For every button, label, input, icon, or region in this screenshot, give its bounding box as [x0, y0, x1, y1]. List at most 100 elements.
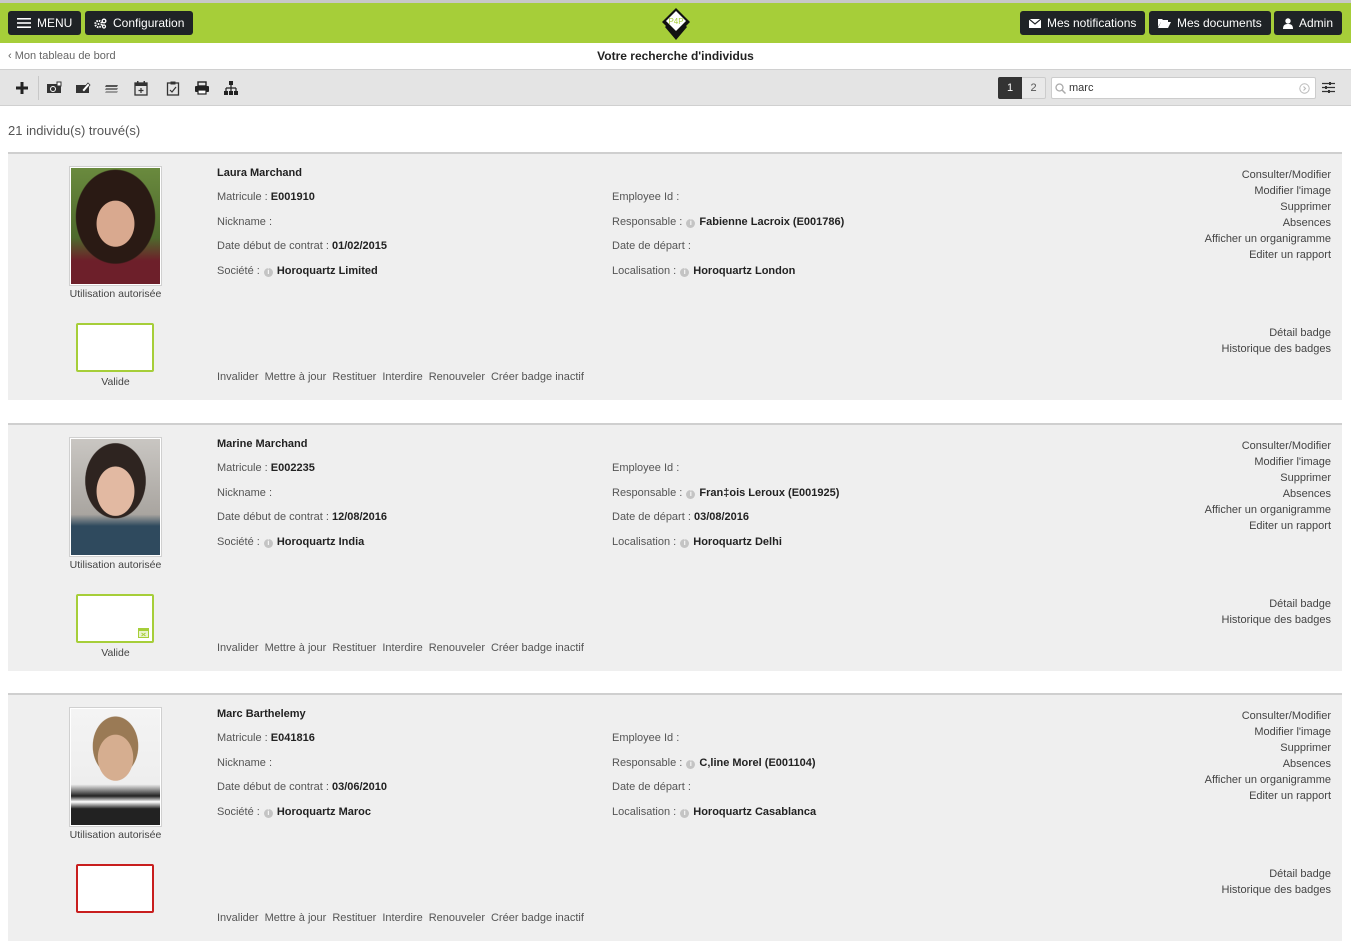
action-link-3[interactable]: Absences — [1205, 486, 1331, 502]
info-icon[interactable]: i — [686, 219, 696, 228]
badge-card[interactable] — [76, 594, 154, 643]
badge-link-3[interactable]: Interdire — [382, 912, 422, 924]
org-chart-icon[interactable] — [223, 80, 239, 96]
info-icon[interactable]: i — [263, 268, 273, 277]
action-link-0[interactable]: Consulter/Modifier — [1205, 708, 1331, 724]
matricule-field: Matricule : E001910 — [217, 191, 315, 203]
badge-link-0[interactable]: Invalider — [217, 371, 259, 383]
action-link-1[interactable]: Modifier l'image — [1205, 454, 1331, 470]
action-link-2[interactable]: Supprimer — [1205, 199, 1331, 215]
usage-status: Utilisation autorisée — [69, 559, 162, 571]
date-debut-label: Date début de contrat : — [217, 511, 332, 523]
search-input[interactable] — [1067, 81, 1297, 95]
badge-card[interactable] — [76, 864, 154, 913]
app-logo[interactable]: P4P — [659, 6, 693, 42]
photo-image — [71, 709, 160, 825]
badge-action-link-1[interactable]: Historique des badges — [1222, 882, 1331, 898]
badge-action-link-0[interactable]: Détail badge — [1222, 325, 1331, 341]
action-link-1[interactable]: Modifier l'image — [1205, 183, 1331, 199]
action-link-2[interactable]: Supprimer — [1205, 740, 1331, 756]
individual-photo[interactable] — [69, 707, 162, 827]
info-icon[interactable]: i — [680, 809, 690, 818]
badge-link-4[interactable]: Renouveler — [429, 642, 485, 654]
info-icon[interactable]: i — [680, 268, 690, 277]
calendar-add-icon[interactable] — [133, 80, 149, 96]
info-icon[interactable]: i — [263, 809, 273, 818]
badge-action-link-0[interactable]: Détail badge — [1222, 866, 1331, 882]
badge-link-5[interactable]: Créer badge inactif — [491, 912, 584, 924]
search-go-icon[interactable] — [1299, 83, 1310, 94]
page-1-button[interactable]: 1 — [998, 77, 1022, 99]
matricule-label: Matricule : — [217, 732, 271, 744]
clipboard-check-icon[interactable] — [165, 80, 181, 96]
action-link-5[interactable]: Editer un rapport — [1205, 247, 1331, 263]
badge-link-5[interactable]: Créer badge inactif — [491, 371, 584, 383]
badge-link-2[interactable]: Restituer — [332, 642, 376, 654]
badge-link-1[interactable]: Mettre à jour — [265, 642, 327, 654]
badge-link-1[interactable]: Mettre à jour — [265, 371, 327, 383]
date-depart-field: Date de départ : — [612, 240, 691, 252]
stack-icon[interactable] — [104, 80, 120, 96]
action-link-4[interactable]: Afficher un organigramme — [1205, 772, 1331, 788]
print-icon[interactable] — [194, 80, 210, 96]
add-icon[interactable] — [14, 80, 30, 96]
action-link-3[interactable]: Absences — [1205, 756, 1331, 772]
employee-id-label: Employee Id : — [612, 732, 680, 744]
action-link-5[interactable]: Editer un rapport — [1205, 518, 1331, 534]
photo-image — [71, 168, 160, 284]
responsable-value: Fran‡ois Leroux (E001925) — [699, 487, 840, 499]
badge-card[interactable] — [76, 323, 154, 372]
action-link-4[interactable]: Afficher un organigramme — [1205, 502, 1331, 518]
badge-link-3[interactable]: Interdire — [382, 371, 422, 383]
date-depart-field: Date de départ : 03/08/2016 — [612, 511, 749, 523]
badge-action-link-1[interactable]: Historique des badges — [1222, 612, 1331, 628]
individual-name[interactable]: Marine Marchand — [217, 438, 307, 450]
badge-link-5[interactable]: Créer badge inactif — [491, 642, 584, 654]
individual-name[interactable]: Laura Marchand — [217, 167, 302, 179]
action-link-1[interactable]: Modifier l'image — [1205, 724, 1331, 740]
individual-photo[interactable] — [69, 166, 162, 286]
individual-actions: Consulter/Modifier Modifier l'image Suppri… — [1205, 438, 1331, 534]
individual-name[interactable]: Marc Barthelemy — [217, 708, 306, 720]
action-link-2[interactable]: Supprimer — [1205, 470, 1331, 486]
individual-photo[interactable] — [69, 437, 162, 557]
badge-link-2[interactable]: Restituer — [332, 371, 376, 383]
badge-link-4[interactable]: Renouveler — [429, 371, 485, 383]
filter-settings-icon[interactable] — [1322, 81, 1335, 94]
action-link-5[interactable]: Editer un rapport — [1205, 788, 1331, 804]
info-icon[interactable]: i — [686, 760, 696, 769]
edit-card-icon[interactable] — [75, 80, 91, 96]
badge-link-0[interactable]: Invalider — [217, 642, 259, 654]
nickname-field: Nickname : — [217, 487, 272, 499]
societe-label: Société : — [217, 536, 263, 548]
documents-button[interactable]: Mes documents — [1149, 11, 1271, 35]
badge-link-2[interactable]: Restituer — [332, 912, 376, 924]
nickname-field: Nickname : — [217, 757, 272, 769]
action-link-4[interactable]: Afficher un organigramme — [1205, 231, 1331, 247]
result-count: 21 individu(s) trouvé(s) — [8, 123, 141, 138]
date-debut-label: Date début de contrat : — [217, 781, 332, 793]
action-link-0[interactable]: Consulter/Modifier — [1205, 167, 1331, 183]
responsable-label: Responsable : — [612, 757, 686, 769]
employee-id-field: Employee Id : — [612, 462, 679, 474]
menu-button[interactable]: MENU — [8, 11, 82, 35]
badge-action-link-0[interactable]: Détail badge — [1222, 596, 1331, 612]
badge-link-1[interactable]: Mettre à jour — [265, 912, 327, 924]
admin-button[interactable]: Admin — [1274, 11, 1343, 35]
date-depart-value: 03/08/2016 — [693, 511, 750, 523]
badge-link-3[interactable]: Interdire — [382, 642, 422, 654]
notifications-button[interactable]: Mes notifications — [1020, 11, 1146, 35]
info-icon[interactable]: i — [680, 539, 690, 548]
badge-link-0[interactable]: Invalider — [217, 912, 259, 924]
badge-link-4[interactable]: Renouveler — [429, 912, 485, 924]
envelope-icon — [1029, 18, 1041, 28]
page-2-button[interactable]: 2 — [1022, 77, 1046, 99]
info-icon[interactable]: i — [686, 490, 696, 499]
info-icon[interactable]: i — [263, 539, 273, 548]
action-link-3[interactable]: Absences — [1205, 215, 1331, 231]
badge-action-link-1[interactable]: Historique des badges — [1222, 341, 1331, 357]
action-link-0[interactable]: Consulter/Modifier — [1205, 438, 1331, 454]
configuration-button[interactable]: Configuration — [85, 11, 194, 35]
matricule-field: Matricule : E002235 — [217, 462, 315, 474]
search-person-icon[interactable] — [46, 80, 62, 96]
